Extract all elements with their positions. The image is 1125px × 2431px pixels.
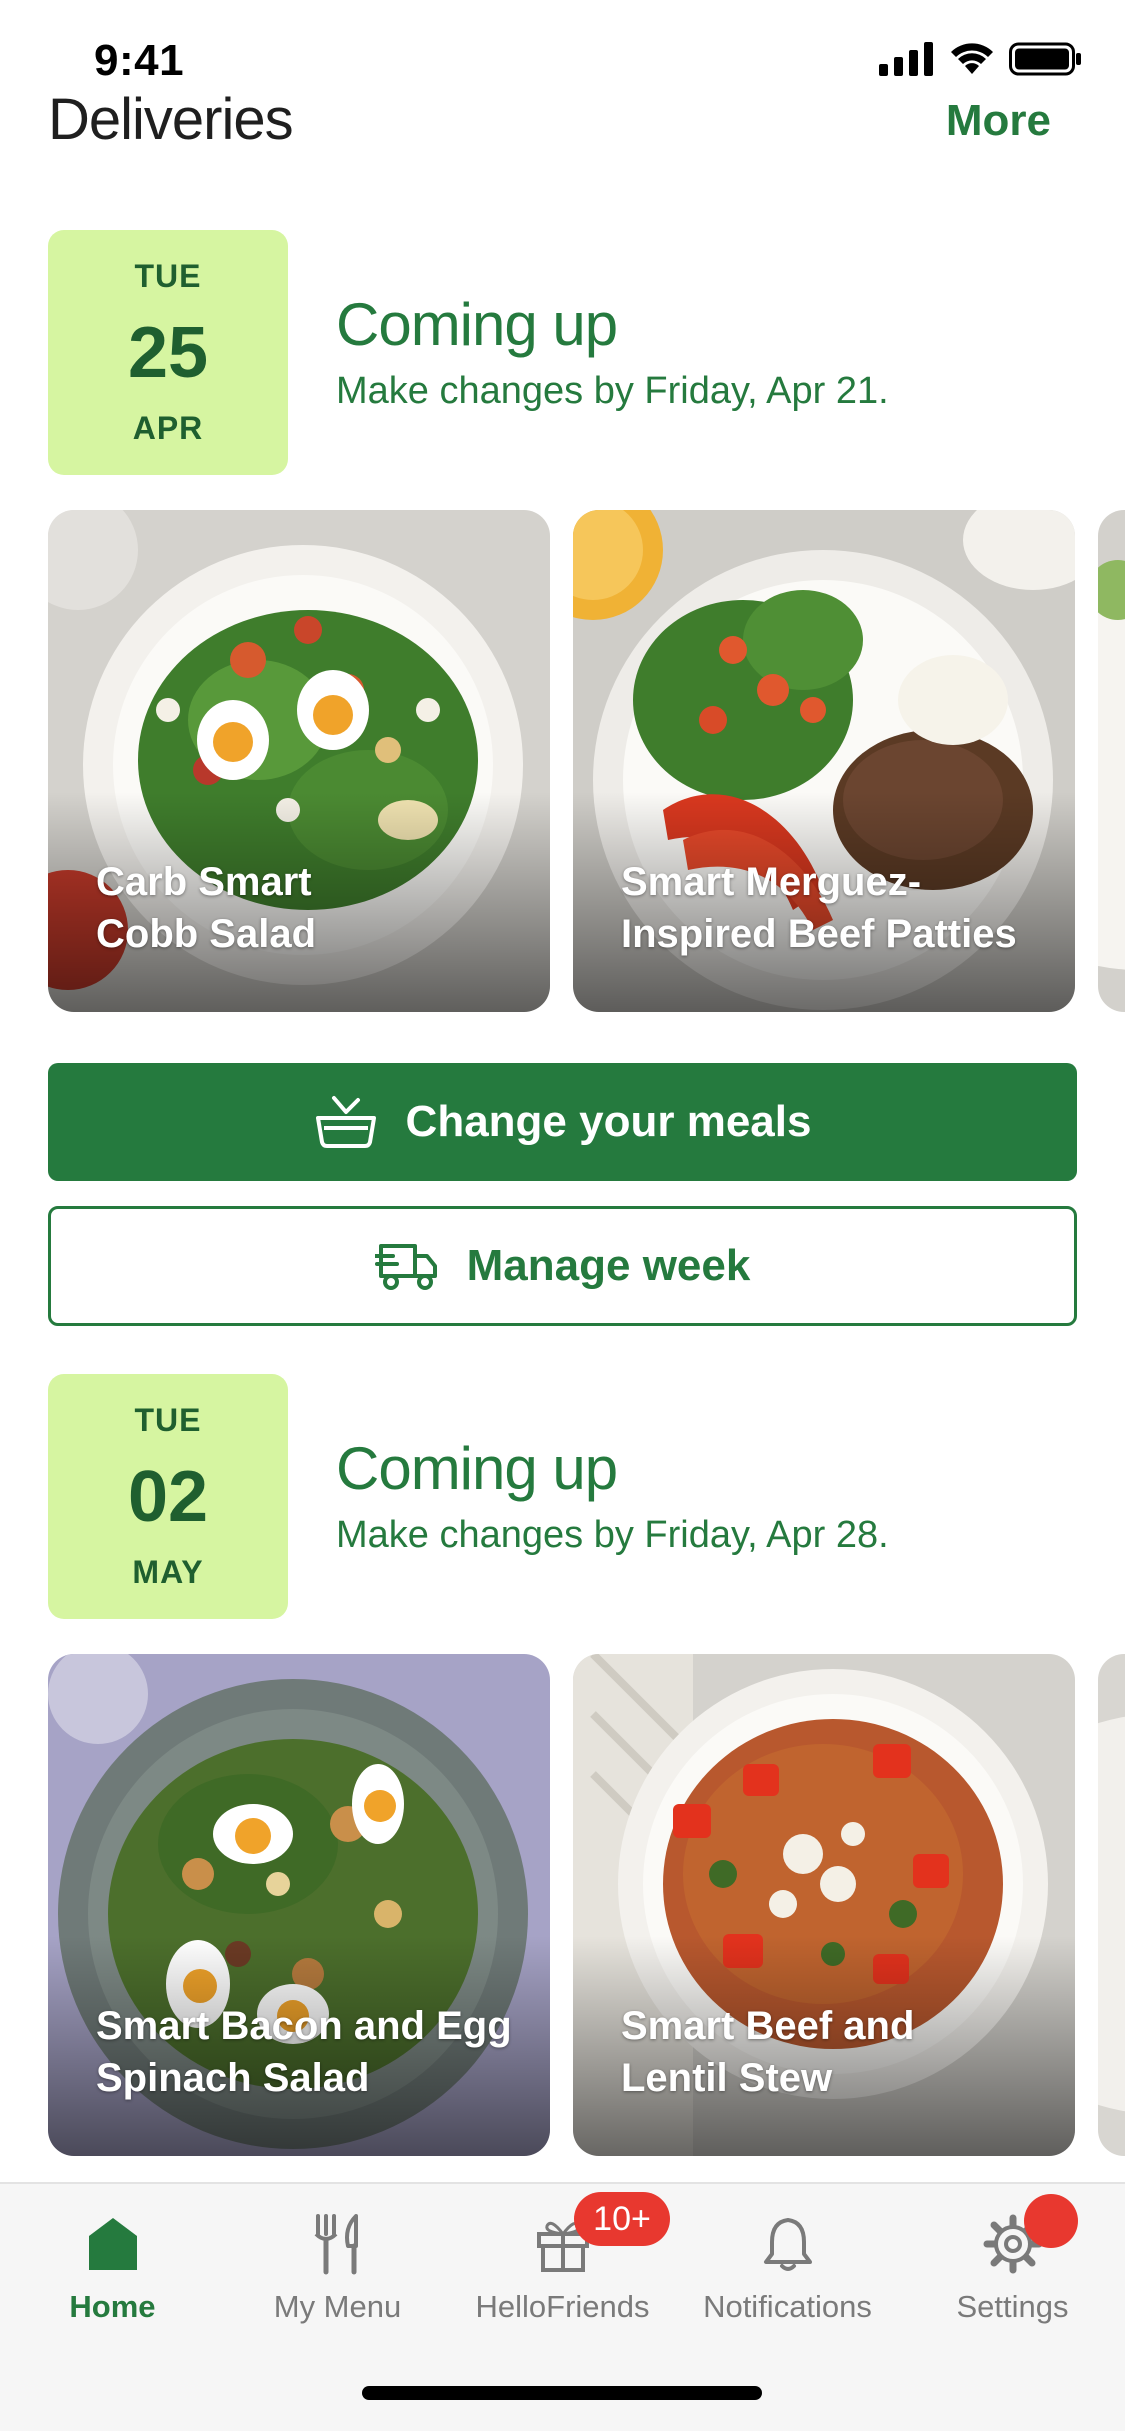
change-meals-button[interactable]: Change your meals bbox=[48, 1063, 1077, 1181]
meal-title: Smart Bacon and Egg Spinach Salad bbox=[96, 2000, 536, 2104]
meal-title: Smart Beef and Lentil Stew bbox=[621, 2000, 1061, 2104]
meal-photo bbox=[1098, 510, 1125, 1012]
manage-week-label: Manage week bbox=[466, 1241, 751, 1290]
meal-title-line: Smart Merguez- bbox=[621, 860, 922, 904]
meal-photo bbox=[1098, 1654, 1125, 2156]
cellular-signal-icon bbox=[879, 42, 933, 76]
status-bar: 9:41 bbox=[0, 0, 1125, 95]
tab-label: Home bbox=[69, 2289, 156, 2324]
home-icon bbox=[73, 2204, 153, 2284]
tab-hellofriends[interactable]: 10+ HelloFriends bbox=[450, 2184, 675, 2334]
meal-carousel[interactable]: Carb Smart Cobb Salad Smart Merguez- Ins… bbox=[48, 510, 1125, 1012]
battery-icon bbox=[1009, 42, 1081, 76]
delivery-heading: Coming up bbox=[336, 1435, 618, 1502]
date-month: MAY bbox=[132, 1554, 204, 1590]
tab-settings[interactable]: Settings bbox=[900, 2184, 1125, 2334]
delivery-deadline: Make changes by Friday, Apr 21. bbox=[336, 370, 889, 412]
meal-title-line: Spinach Salad bbox=[96, 2056, 370, 2100]
delivery-heading: Coming up bbox=[336, 291, 618, 358]
more-link[interactable]: More bbox=[946, 96, 1051, 146]
meal-title-line: Cobb Salad bbox=[96, 912, 317, 956]
date-day: 25 bbox=[127, 313, 209, 393]
tab-home[interactable]: Home bbox=[0, 2184, 225, 2334]
tab-label: Settings bbox=[956, 2289, 1069, 2324]
home-indicator bbox=[362, 2386, 762, 2400]
date-month: APR bbox=[132, 410, 204, 446]
settings-alert-dot bbox=[1024, 2194, 1078, 2248]
page-title: Deliveries bbox=[48, 87, 294, 152]
status-time: 9:41 bbox=[94, 36, 185, 85]
meal-title-line: Smart Beef and bbox=[621, 2004, 915, 2048]
tab-label: Notifications bbox=[703, 2289, 872, 2324]
meal-card[interactable]: Smart Merguez- Inspired Beef Patties bbox=[573, 510, 1075, 1012]
meal-title: Carb Smart Cobb Salad bbox=[96, 856, 536, 960]
date-badge: TUE 02 MAY bbox=[48, 1374, 288, 1619]
wifi-icon bbox=[951, 43, 993, 74]
meal-box-icon bbox=[315, 1096, 376, 1148]
notification-count-badge: 10+ bbox=[574, 2192, 670, 2246]
delivery-truck-icon bbox=[374, 1244, 437, 1290]
delivery-deadline: Make changes by Friday, Apr 28. bbox=[336, 1514, 889, 1556]
meal-title: Smart Merguez- Inspired Beef Patties bbox=[621, 856, 1061, 960]
meal-carousel[interactable]: Smart Bacon and Egg Spinach Salad Smart … bbox=[48, 1654, 1125, 2156]
tab-my-menu[interactable]: My Menu bbox=[225, 2184, 450, 2334]
meal-title-line: Lentil Stew bbox=[621, 2056, 833, 2100]
meal-card[interactable] bbox=[1098, 510, 1125, 1012]
date-day-of-week: TUE bbox=[134, 1402, 202, 1438]
date-badge: TUE 25 APR bbox=[48, 230, 288, 475]
meal-card[interactable]: Smart Bacon and Egg Spinach Salad bbox=[48, 1654, 550, 2156]
tab-label: HelloFriends bbox=[475, 2289, 650, 2324]
meal-card[interactable] bbox=[1098, 1654, 1125, 2156]
meal-title-line: Carb Smart bbox=[96, 860, 312, 904]
tab-label: My Menu bbox=[273, 2289, 402, 2324]
bell-icon bbox=[748, 2204, 828, 2284]
status-icons bbox=[879, 42, 1083, 76]
meal-card[interactable]: Smart Beef and Lentil Stew bbox=[573, 1654, 1075, 2156]
date-day-of-week: TUE bbox=[134, 258, 202, 294]
fork-knife-icon bbox=[298, 2204, 378, 2284]
meal-card[interactable]: Carb Smart Cobb Salad bbox=[48, 510, 550, 1012]
tab-notifications[interactable]: Notifications bbox=[675, 2184, 900, 2334]
date-day: 02 bbox=[127, 1457, 209, 1537]
manage-week-button[interactable]: Manage week bbox=[48, 1206, 1077, 1326]
change-meals-label: Change your meals bbox=[405, 1097, 812, 1146]
meal-title-line: Smart Bacon and Egg bbox=[96, 2004, 512, 2048]
meal-title-line: Inspired Beef Patties bbox=[621, 912, 1017, 956]
